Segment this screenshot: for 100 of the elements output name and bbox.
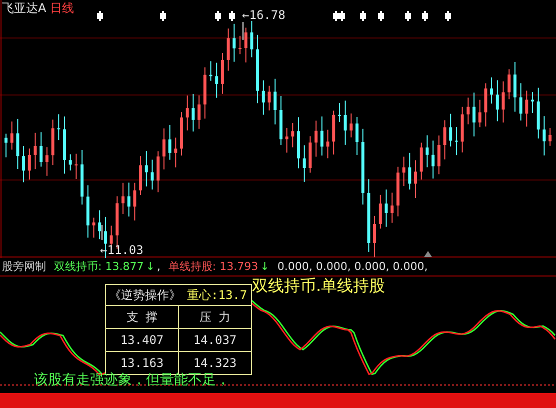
candlestick xyxy=(472,92,476,137)
signal-marker-icon xyxy=(97,11,103,21)
candlestick xyxy=(51,119,54,166)
candlestick xyxy=(198,94,201,130)
candlestick xyxy=(519,82,522,122)
candlestick xyxy=(57,114,60,141)
indicator-value: 双线持币: 13.877 xyxy=(54,259,144,274)
candlestick xyxy=(378,194,382,230)
down-arrow-icon: ↓ xyxy=(146,260,155,273)
indicator-name: 股旁网制 xyxy=(2,259,46,274)
candlestick xyxy=(215,62,218,98)
candlestick xyxy=(80,149,84,206)
candlestick xyxy=(10,120,14,150)
separator-comma: , xyxy=(156,260,160,273)
candlestick xyxy=(28,148,31,180)
candlestick xyxy=(414,160,417,199)
candlestick xyxy=(203,66,206,120)
candlestick xyxy=(384,189,388,228)
signal-marker-icon xyxy=(378,11,384,21)
candlestick xyxy=(490,76,494,104)
candlestick xyxy=(63,116,66,174)
candlestick xyxy=(144,150,148,187)
candlestick xyxy=(232,23,236,62)
candlestick xyxy=(45,146,48,176)
candlestick xyxy=(68,154,72,171)
table-cell: 13.407 xyxy=(106,328,178,352)
candlestick xyxy=(244,27,248,63)
candlestick xyxy=(4,133,8,158)
candlestick xyxy=(437,134,440,175)
stock-name: 飞亚达A xyxy=(2,0,46,17)
candlestick xyxy=(291,122,294,148)
signal-marker-icon xyxy=(160,11,166,21)
signal-marker-icon xyxy=(405,11,411,21)
candlestick xyxy=(502,80,505,123)
candlestick xyxy=(478,99,482,128)
candlestick xyxy=(98,210,102,240)
column-header: 支 撑 xyxy=(106,306,178,328)
signal-marker-icon xyxy=(215,11,221,21)
leader-line xyxy=(242,22,244,40)
candlestick xyxy=(122,182,124,214)
table-title: 《逆势操作》 xyxy=(109,288,181,302)
candlestick xyxy=(162,128,166,170)
candlestick xyxy=(408,152,412,190)
candlestick xyxy=(86,184,90,238)
candlestick xyxy=(420,142,423,180)
candlestick xyxy=(139,156,142,196)
candlestick xyxy=(548,128,552,146)
candlestick xyxy=(443,120,446,160)
candlestick xyxy=(92,217,96,238)
candlestick xyxy=(262,80,265,116)
candlestick xyxy=(297,116,300,169)
candlestick xyxy=(74,153,78,180)
candlestick xyxy=(150,159,154,190)
candlestick xyxy=(16,118,20,170)
signal-text: 双线持币.单线持股 xyxy=(252,276,386,297)
candlestick xyxy=(226,28,230,72)
candlestick xyxy=(531,92,534,114)
candlestick xyxy=(302,144,306,182)
candlestick xyxy=(396,166,400,217)
candlestick xyxy=(127,182,130,217)
candlestick xyxy=(536,87,540,139)
candlestick xyxy=(133,182,136,221)
signal-marker-icon xyxy=(445,11,451,21)
candlestick xyxy=(496,80,499,122)
candlestick xyxy=(314,120,318,158)
candlestick xyxy=(344,100,347,146)
candlestick xyxy=(402,156,406,187)
candlestick xyxy=(192,93,195,132)
candlestick xyxy=(513,61,516,112)
candlestick xyxy=(256,34,260,104)
candlestick xyxy=(332,110,336,155)
candlestick xyxy=(350,112,353,138)
high-price-label: ←16.78 xyxy=(242,8,286,22)
candlestick xyxy=(209,60,212,82)
candlestick xyxy=(279,96,282,146)
candlestick xyxy=(22,146,26,183)
column-header: 压 力 xyxy=(178,306,252,328)
candlestick xyxy=(308,136,312,174)
candlestick xyxy=(525,90,528,128)
candlestick xyxy=(220,52,224,94)
indicator-extra-values: 0.000, 0.000, 0.000, 0.000, xyxy=(277,260,428,273)
candlestick xyxy=(449,113,452,147)
candlestick xyxy=(466,97,470,125)
candlestick xyxy=(338,102,341,122)
candlestick xyxy=(320,116,324,156)
candlestick xyxy=(460,106,464,153)
signal-marker-icon xyxy=(360,11,366,21)
indicator-value: 单线持股: 13.793 xyxy=(168,259,258,274)
candlestick xyxy=(390,192,394,224)
candlestick xyxy=(156,150,160,193)
candlestick xyxy=(168,124,172,160)
candlestick xyxy=(285,127,288,154)
center-value: 重心:13.7 xyxy=(187,288,248,302)
down-arrow-icon: ↓ xyxy=(260,260,270,273)
candlestick xyxy=(356,116,358,156)
candlestick xyxy=(508,68,511,100)
candlestick xyxy=(484,82,488,127)
candlestick xyxy=(373,215,376,258)
chart-period: 日线 xyxy=(50,0,74,17)
candlestick xyxy=(34,132,37,170)
